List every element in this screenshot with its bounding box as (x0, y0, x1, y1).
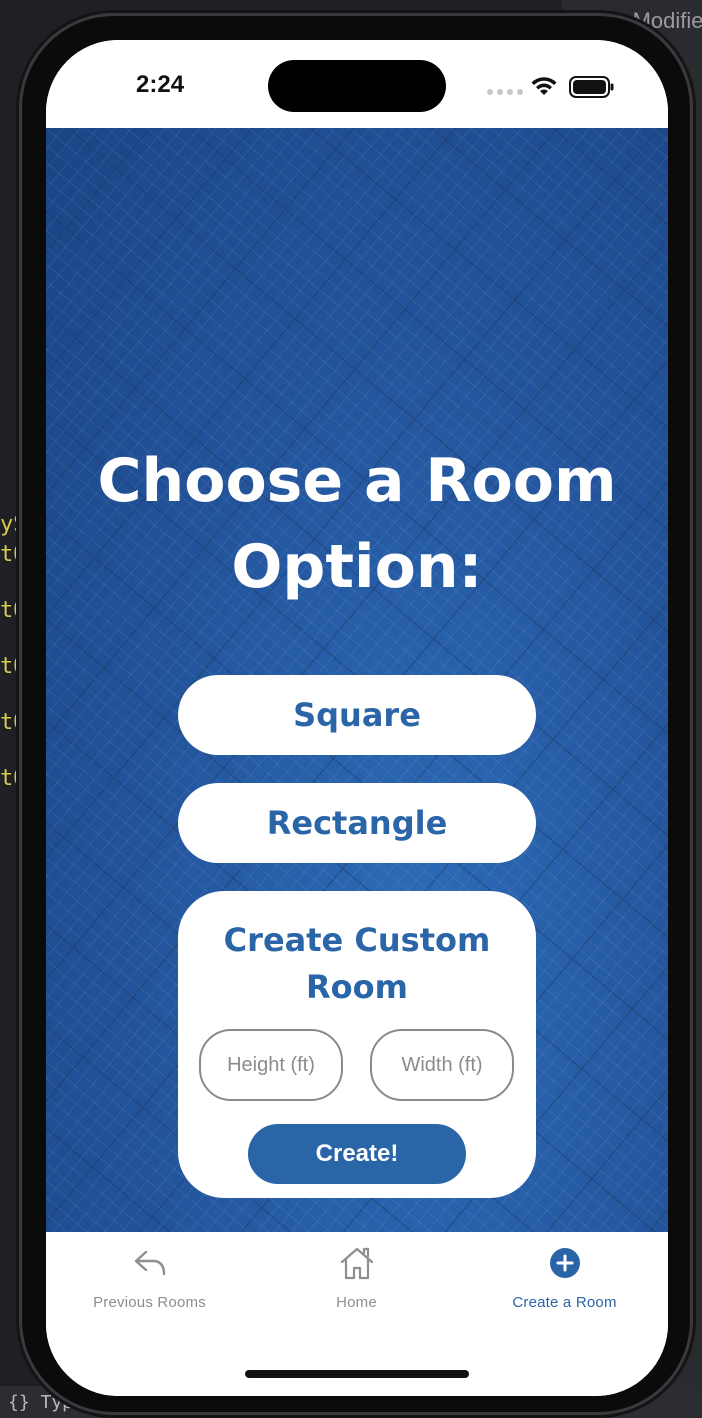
tab-previous-rooms[interactable]: Previous Rooms (46, 1242, 253, 1311)
dynamic-island (268, 60, 446, 112)
tab-label: Create a Room (512, 1294, 617, 1311)
create-button[interactable]: Create! (248, 1124, 466, 1184)
tab-create-room[interactable]: Create a Room (461, 1242, 668, 1311)
phone-screen: 2:24 Choose a Room Option: Square Rectan… (46, 40, 668, 1396)
page-title: Choose a Room Option: (97, 446, 617, 602)
tab-label: Previous Rooms (93, 1294, 206, 1311)
wifi-icon (531, 77, 557, 95)
battery-icon (569, 76, 614, 98)
rectangle-button[interactable]: Rectangle (178, 783, 536, 863)
custom-room-title: Create Custom Room (223, 921, 491, 1006)
square-button[interactable]: Square (178, 675, 536, 755)
reply-arrow-icon (134, 1250, 165, 1276)
home-icon (340, 1247, 373, 1280)
width-input[interactable] (370, 1029, 514, 1101)
status-time: 2:24 (136, 71, 185, 98)
blueprint-content: Choose a Room Option: Square Rectangle C… (46, 128, 668, 1232)
home-indicator[interactable] (245, 1370, 469, 1378)
phone-frame: 2:24 Choose a Room Option: Square Rectan… (22, 16, 690, 1412)
cellular-dots-icon (487, 89, 523, 95)
status-bar: 2:24 (46, 40, 668, 128)
custom-room-card: Create Custom Room Create! (178, 891, 536, 1198)
tab-home[interactable]: Home (253, 1242, 460, 1311)
height-input[interactable] (199, 1029, 343, 1101)
tab-label: Home (336, 1294, 377, 1311)
plus-circle-icon (549, 1248, 580, 1278)
